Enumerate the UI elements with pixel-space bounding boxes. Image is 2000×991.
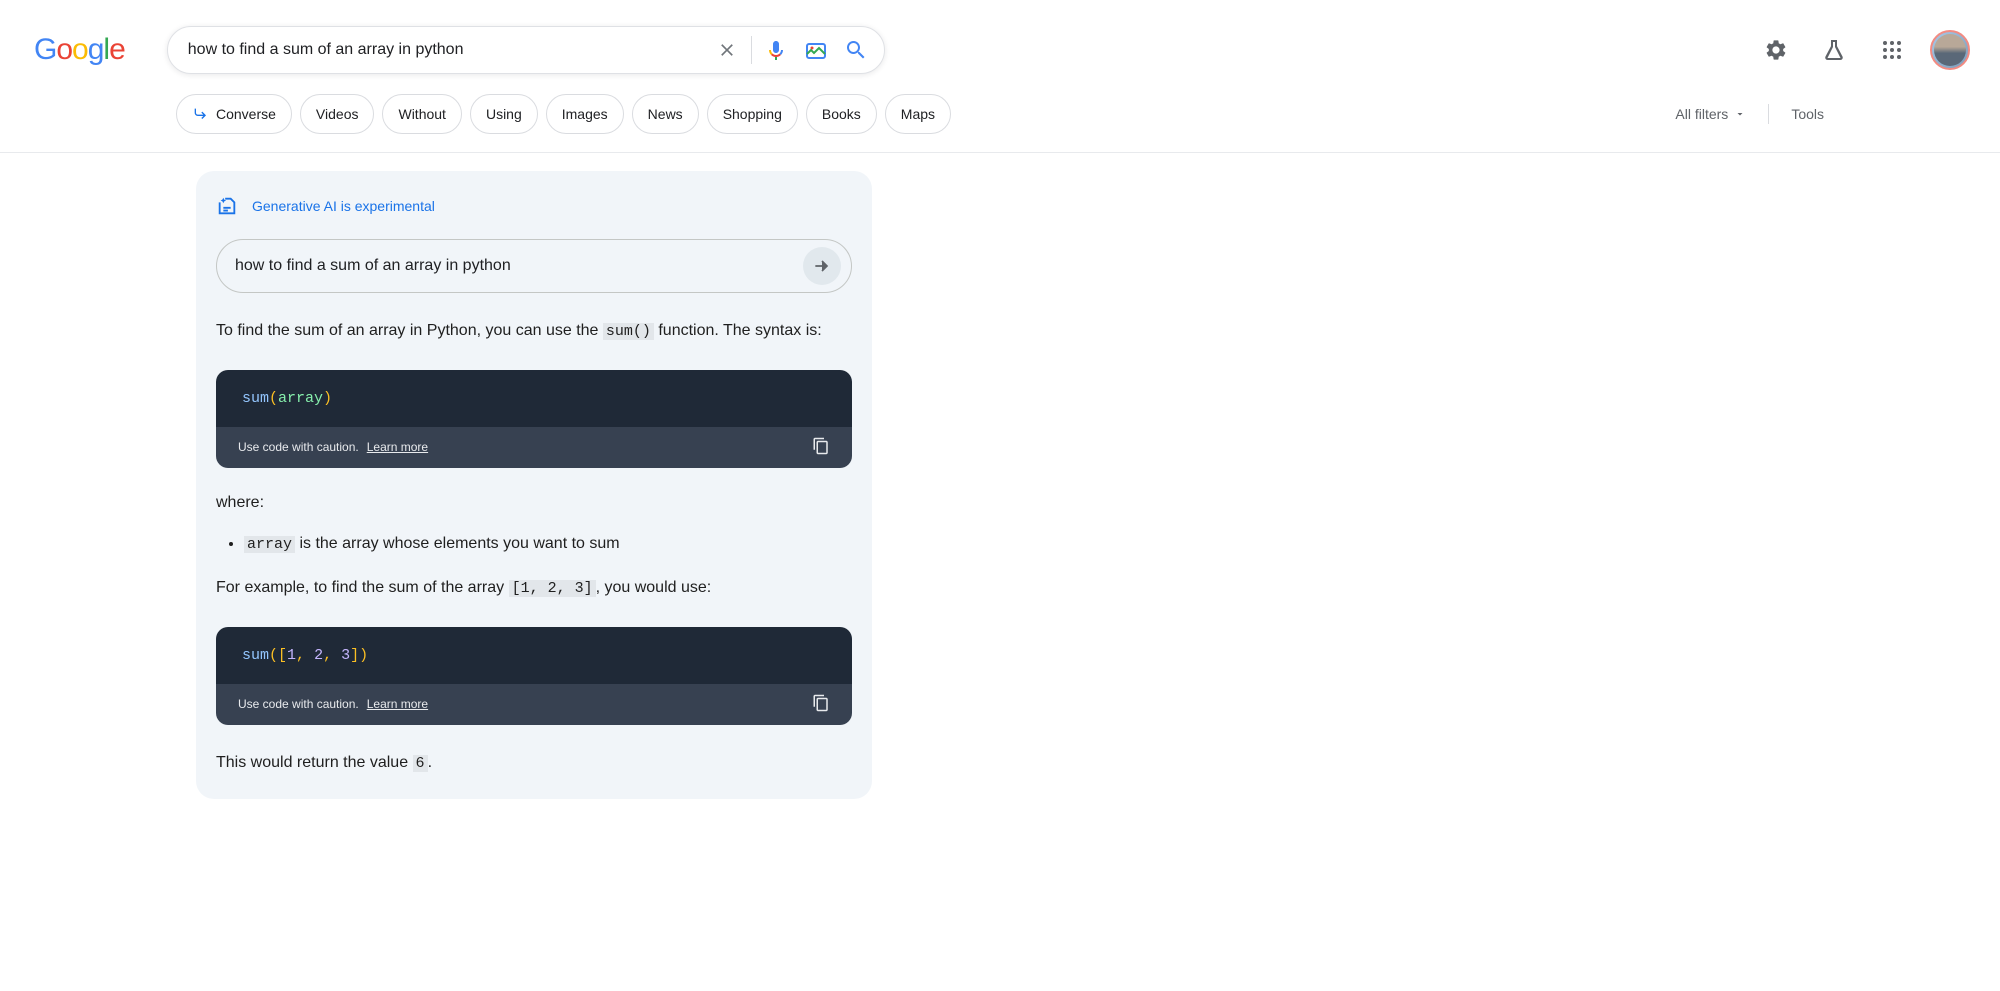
tabs-row: Converse Videos Without Using Images New… [0, 94, 2000, 152]
code-footer-1: Use code with caution. Learn more [216, 427, 852, 468]
divider [751, 36, 752, 64]
voice-search-icon[interactable] [756, 30, 796, 70]
filter-label: All filters [1675, 106, 1728, 122]
tab-label: Images [562, 106, 608, 122]
inline-code: sum() [603, 323, 654, 340]
where-label: where: [216, 494, 852, 512]
tab-using[interactable]: Using [470, 94, 538, 134]
ai-submit-button[interactable] [803, 247, 841, 285]
avatar[interactable] [1930, 30, 1970, 70]
bullet-list: array is the array whose elements you wa… [216, 532, 852, 557]
code-caution: Use code with caution. [238, 697, 359, 711]
ai-followup-input[interactable] [235, 257, 803, 275]
settings-icon[interactable] [1756, 30, 1796, 70]
google-logo[interactable]: Google [34, 33, 125, 67]
generative-ai-icon [216, 195, 238, 217]
main-content: Generative AI is experimental To find th… [0, 153, 2000, 799]
image-search-icon[interactable] [796, 30, 836, 70]
apps-icon[interactable] [1872, 30, 1912, 70]
tab-without[interactable]: Without [382, 94, 461, 134]
chevron-down-icon [1734, 108, 1746, 120]
ai-result-card: Generative AI is experimental To find th… [196, 171, 872, 799]
copy-button[interactable] [812, 694, 830, 715]
converse-arrow-icon [192, 106, 208, 122]
list-item: array is the array whose elements you wa… [244, 532, 852, 557]
code-block-1: sum(array) [216, 370, 852, 427]
code-footer-2: Use code with caution. Learn more [216, 684, 852, 725]
all-filters-button[interactable]: All filters [1675, 106, 1746, 122]
tab-maps[interactable]: Maps [885, 94, 951, 134]
tools-button[interactable]: Tools [1791, 106, 1824, 122]
inline-code: [1, 2, 3] [509, 580, 596, 597]
code-block-2: sum([1, 2, 3]) [216, 627, 852, 684]
tab-label: Videos [316, 106, 359, 122]
tab-label: Without [398, 106, 445, 122]
tab-books[interactable]: Books [806, 94, 877, 134]
tab-label: Using [486, 106, 522, 122]
copy-icon [812, 437, 830, 455]
tab-label: Books [822, 106, 861, 122]
search-icon[interactable] [836, 30, 876, 70]
example-text: For example, to find the sum of the arra… [216, 576, 852, 601]
ai-followup-box [216, 239, 852, 293]
header: Google [0, 0, 2000, 94]
code-caution: Use code with caution. [238, 440, 359, 454]
header-right [1756, 30, 1970, 70]
tab-shopping[interactable]: Shopping [707, 94, 798, 134]
tab-videos[interactable]: Videos [300, 94, 375, 134]
tab-converse[interactable]: Converse [176, 94, 292, 134]
copy-button[interactable] [812, 437, 830, 458]
tab-label: Shopping [723, 106, 782, 122]
learn-more-link[interactable]: Learn more [367, 697, 428, 711]
search-box [167, 26, 885, 74]
ai-explanation: To find the sum of an array in Python, y… [216, 319, 852, 344]
labs-icon[interactable] [1814, 30, 1854, 70]
ai-header: Generative AI is experimental [216, 195, 852, 217]
ai-header-text: Generative AI is experimental [252, 198, 435, 214]
inline-code: array [244, 536, 295, 553]
inline-code: 6 [413, 755, 428, 772]
divider [1768, 104, 1769, 124]
tab-images[interactable]: Images [546, 94, 624, 134]
arrow-right-icon [812, 256, 832, 276]
learn-more-link[interactable]: Learn more [367, 440, 428, 454]
tab-label: News [648, 106, 683, 122]
return-text: This would return the value 6. [216, 751, 852, 776]
tab-label: Converse [216, 106, 276, 122]
clear-icon[interactable] [707, 30, 747, 70]
tab-label: Maps [901, 106, 935, 122]
tab-news[interactable]: News [632, 94, 699, 134]
copy-icon [812, 694, 830, 712]
search-input[interactable] [188, 41, 707, 59]
